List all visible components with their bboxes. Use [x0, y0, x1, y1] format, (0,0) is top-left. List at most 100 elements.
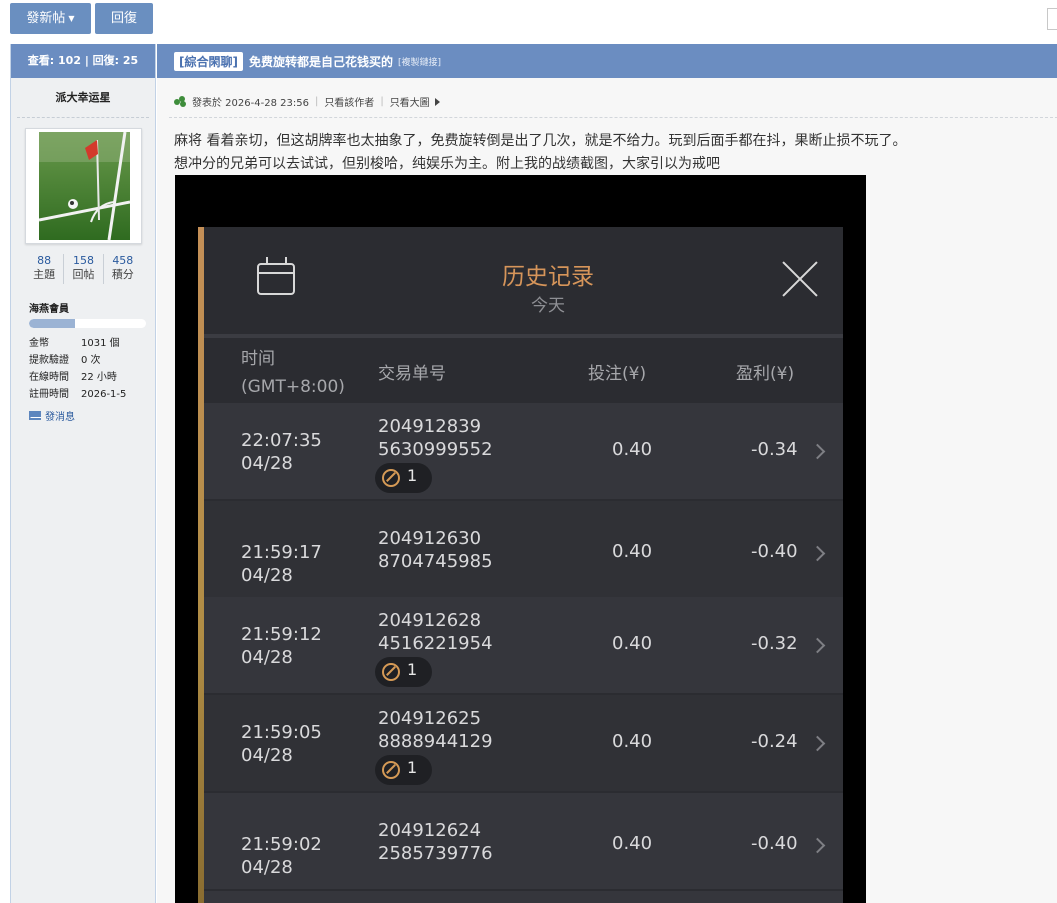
category-tag[interactable]: [綜合閑聊]	[174, 51, 243, 71]
stat-points[interactable]: 458 積分	[104, 254, 142, 284]
reply-button[interactable]: 回復	[95, 3, 153, 34]
avatar[interactable]	[25, 128, 142, 244]
send-message-label: 發消息	[45, 412, 75, 423]
top-toolbar: 發新帖 ▼ 回復	[0, 0, 1057, 42]
row-transaction-id: 204912625 8888944129	[378, 707, 493, 753]
row-time-value: 22:07:35	[241, 430, 322, 451]
stat-label: 積分	[111, 268, 134, 281]
column-time-zone: (GMT+8:00)	[241, 377, 345, 397]
chevron-right-icon	[809, 735, 826, 752]
row-transaction-id: 204912624 2585739776	[378, 819, 493, 865]
row-profit: -0.32	[751, 633, 798, 654]
row-id-line: 4516221954	[378, 633, 493, 654]
post-meta: 發表於 2026-4-28 23:56 | 只看該作者 | 只看大圖	[174, 94, 440, 109]
row-id-line: 204912624	[378, 820, 482, 841]
info-row-withdraw: 提款驗證 0 次	[29, 352, 126, 369]
row-id-line: 204912630	[378, 528, 482, 549]
copy-link[interactable]: [複製鏈接]	[398, 55, 441, 68]
info-row-registered: 註冊時間 2026-1-5	[29, 386, 126, 403]
row-time-value: 21:59:17	[241, 542, 322, 563]
info-value: 1031 個	[81, 338, 120, 349]
attached-screenshot[interactable]: 历史记录 今天 时间 (GMT+8:00) 交易单号 投注(¥) 盈利(¥) 22…	[175, 175, 866, 903]
free-spin-icon	[382, 469, 400, 487]
chevron-right-icon	[809, 637, 826, 654]
column-id: 交易单号	[378, 364, 446, 384]
row-time: 21:59:12 04/28	[241, 623, 322, 669]
history-row[interactable]: 21:59:02 04/28 204912624 2585739776 0.40 -0.4…	[204, 793, 843, 889]
chevron-right-icon	[809, 443, 826, 460]
mail-icon	[29, 411, 41, 420]
free-spin-badge: 1	[375, 657, 432, 687]
post-title: 免费旋转都是自己花钱买的	[248, 54, 393, 69]
chevron-right-icon	[809, 545, 826, 562]
history-row-partial	[204, 891, 843, 903]
gold-edge	[198, 227, 204, 903]
row-id-line: 204912625	[378, 708, 482, 729]
free-spin-count: 1	[407, 660, 418, 679]
row-id-line: 2585739776	[378, 843, 493, 864]
history-subtitle: 今天	[531, 296, 565, 316]
post-body: 麻将 看着亲切，但这胡牌率也太抽象了，免费旋转倒是出了几次，就是不给力。玩到后面…	[174, 130, 1054, 176]
row-time: 22:07:35 04/28	[241, 429, 322, 475]
only-author-link[interactable]: 只看該作者	[324, 94, 374, 109]
row-time: 21:59:05 04/28	[241, 721, 322, 767]
stat-number: 158	[72, 254, 94, 267]
history-header: 历史记录 今天	[198, 227, 843, 335]
stat-number: 88	[37, 254, 52, 267]
column-time-label: 时间	[241, 349, 275, 369]
row-profit: -0.24	[751, 731, 798, 752]
clover-icon	[174, 95, 187, 108]
row-id-line: 204912839	[378, 416, 482, 437]
column-bet: 投注(¥)	[588, 364, 647, 384]
history-row[interactable]: 21:59:17 04/28 204912630 8704745985 0.40 -0.4…	[204, 501, 843, 597]
row-time-value: 21:59:02	[241, 834, 322, 855]
row-date-value: 04/28	[241, 453, 293, 474]
row-date-value: 04/28	[241, 565, 293, 586]
free-spin-count: 1	[407, 466, 418, 485]
author-stats: 88 主題 158 回帖 458 積分	[25, 254, 142, 284]
separator: |	[380, 96, 384, 107]
row-bet: 0.40	[612, 439, 653, 460]
info-key: 註冊時間	[29, 389, 69, 400]
row-bet: 0.40	[612, 731, 653, 752]
stat-threads[interactable]: 88 主題	[25, 254, 65, 284]
new-post-label: 發新帖	[26, 11, 66, 26]
author-name[interactable]: 派大幸运星	[17, 78, 149, 118]
row-date-value: 04/28	[241, 647, 293, 668]
post-container: 查看: 102 | 回復: 25 派大幸运星 88 主題 158 回帖 458 …	[10, 44, 1057, 903]
history-row[interactable]: 22:07:35 04/28 204912839 5630999552 0.40 -0.3…	[204, 403, 843, 499]
row-bet: 0.40	[612, 833, 653, 854]
meta-divider	[169, 117, 1057, 118]
triangle-right-icon[interactable]	[434, 97, 440, 106]
row-time-value: 21:59:12	[241, 624, 322, 645]
stat-replies[interactable]: 158 回帖	[64, 254, 104, 284]
row-time-value: 21:59:05	[241, 722, 322, 743]
separator: |	[314, 96, 319, 107]
header-divider	[204, 334, 843, 338]
new-post-button[interactable]: 發新帖 ▼	[10, 3, 91, 34]
stat-number: 458	[112, 254, 134, 267]
post-body-line: 想冲分的兄弟可以去试试，但别梭哈，纯娱乐为主。附上我的战绩截图，大家引以为戒吧	[174, 156, 720, 172]
level-progress-bar	[29, 319, 146, 328]
row-bet: 0.40	[612, 633, 653, 654]
history-row[interactable]: 21:59:05 04/28 204912625 8888944129 0.40 -0.2…	[204, 695, 843, 791]
column-profit: 盈利(¥)	[736, 364, 795, 384]
row-transaction-id: 204912628 4516221954	[378, 609, 493, 655]
info-row-coins: 金幣 1031 個	[29, 335, 126, 352]
close-icon	[780, 259, 820, 299]
history-row[interactable]: 21:59:12 04/28 204912628 4516221954 0.40 -0.3…	[204, 597, 843, 693]
corner-control[interactable]	[1047, 8, 1057, 30]
avatar-image	[39, 132, 130, 240]
user-group[interactable]: 海燕會員	[29, 300, 69, 315]
row-id-line: 8888944129	[378, 731, 493, 752]
view-reply-count: 查看: 102 | 回復: 25	[11, 44, 155, 78]
column-time: 时间 (GMT+8:00)	[241, 345, 345, 401]
row-id-line: 204912628	[378, 610, 482, 631]
history-panel: 历史记录 今天 时间 (GMT+8:00) 交易单号 投注(¥) 盈利(¥) 22…	[198, 227, 843, 903]
row-profit: -0.40	[751, 541, 798, 562]
send-message-link[interactable]: 發消息	[29, 408, 75, 423]
info-key: 在線時間	[29, 372, 69, 383]
column-headers: 时间 (GMT+8:00) 交易单号 投注(¥) 盈利(¥)	[198, 339, 843, 403]
only-big-image-link[interactable]: 只看大圖	[390, 94, 430, 109]
author-sidebar: 查看: 102 | 回復: 25 派大幸运星 88 主題 158 回帖 458 …	[11, 44, 156, 903]
